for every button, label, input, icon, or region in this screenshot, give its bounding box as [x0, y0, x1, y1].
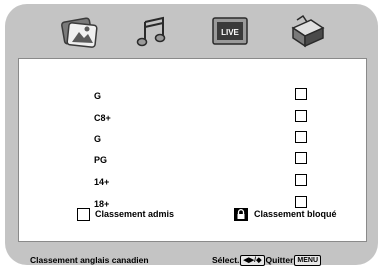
rating-label: C8+: [94, 113, 111, 123]
rating-label: 14+: [94, 177, 110, 187]
rating-checkbox[interactable]: [295, 88, 307, 100]
legend-allowed-label: Classement admis: [95, 209, 175, 219]
nav-arrows-key: ◀▶/◆: [240, 255, 265, 267]
status-title: Classement anglais canadien: [30, 255, 149, 265]
osd-frame: LIVE G C8+ G PG 14+ 18+ Classement admis: [5, 4, 378, 265]
live-tv-icon[interactable]: LIVE: [210, 14, 250, 50]
rating-checkbox[interactable]: [295, 152, 307, 164]
setup-box-icon[interactable]: [287, 14, 327, 50]
quit-label: Quitter: [265, 255, 294, 265]
status-help: Sélect. ◀▶/◆ Quitter MENU: [212, 253, 322, 267]
rating-label: G: [94, 91, 102, 101]
rating-checkbox[interactable]: [295, 131, 307, 143]
rating-checkbox[interactable]: [295, 174, 307, 186]
music-notes-icon[interactable]: [135, 14, 175, 50]
unlocked-box-icon: [77, 208, 90, 221]
category-icon-bar: LIVE: [5, 4, 378, 56]
rating-checkbox[interactable]: [295, 110, 307, 122]
menu-key: MENU: [294, 255, 322, 267]
select-label: Sélect.: [212, 255, 240, 265]
lock-icon: [234, 208, 248, 221]
rating-label: G: [94, 134, 102, 144]
picture-icon[interactable]: [59, 14, 99, 50]
rating-checkbox[interactable]: [295, 196, 307, 208]
rating-label: PG: [94, 155, 108, 165]
live-label: LIVE: [221, 28, 239, 37]
status-bar: Classement anglais canadien Sélect. ◀▶/◆ Q…: [0, 253, 384, 267]
legend-blocked-label: Classement bloqué: [254, 209, 337, 219]
